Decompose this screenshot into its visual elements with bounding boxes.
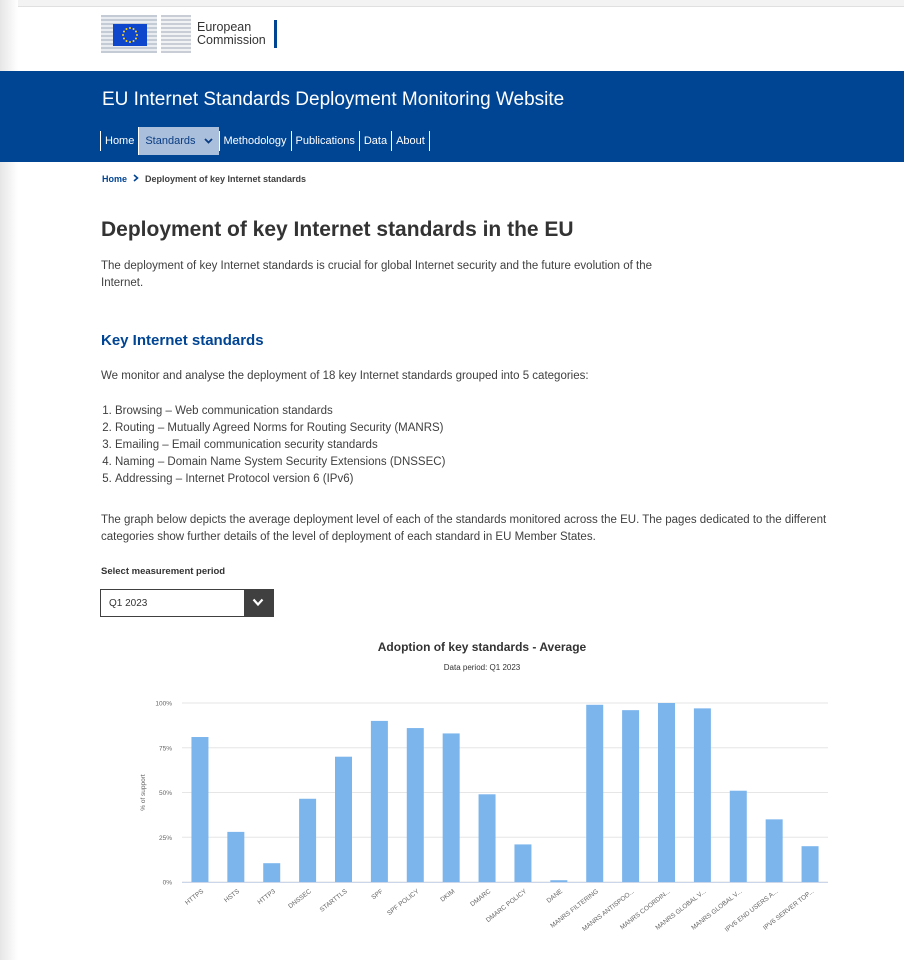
breadcrumb-current: Deployment of key Internet standards bbox=[145, 174, 307, 184]
adoption-bar-chart: 0% 25% 50% 75% 100% % of support HTTPS HSTS HTTP… bbox=[140, 701, 828, 934]
list-item: Emailing – Email communication security … bbox=[115, 437, 445, 454]
logo-text: European Commission bbox=[197, 21, 266, 47]
chart-bar bbox=[514, 844, 532, 882]
period-select-label: Select measurement period bbox=[101, 566, 226, 577]
chart-bar bbox=[370, 720, 388, 882]
x-tick-label: HTTPS bbox=[184, 888, 206, 907]
nav-home[interactable]: Home bbox=[100, 131, 138, 151]
x-tick-label: DMARC bbox=[469, 888, 492, 908]
period-select[interactable]: Q1 2023 bbox=[100, 589, 274, 617]
eu-flag-icon bbox=[113, 24, 147, 46]
logo-stripes bbox=[161, 15, 191, 53]
chart-bar bbox=[335, 756, 352, 882]
chart-bar bbox=[729, 790, 747, 882]
chart-bar bbox=[586, 704, 604, 882]
chart-bar bbox=[442, 733, 460, 882]
period-select-value: Q1 2023 bbox=[109, 598, 148, 609]
x-tick-label: HTTP3 bbox=[256, 888, 277, 906]
y-tick-label: 75% bbox=[159, 745, 172, 752]
y-tick-label: 25% bbox=[159, 835, 172, 842]
list-item: Browsing – Web communication standards bbox=[115, 403, 445, 420]
chart-bar bbox=[801, 846, 819, 882]
site-title[interactable]: EU Internet Standards Deployment Monitor… bbox=[102, 89, 564, 111]
logo-line-commission: Commission bbox=[197, 33, 266, 47]
x-tick-label: DANE bbox=[546, 888, 565, 905]
y-axis-label: % of support bbox=[140, 774, 147, 811]
site-header: EU Internet Standards Deployment Monitor… bbox=[0, 71, 904, 162]
chart-bar bbox=[227, 831, 245, 882]
y-tick-label: 50% bbox=[159, 790, 172, 797]
browser-top-strip bbox=[0, 0, 904, 7]
breadcrumb: Home Deployment of key Internet standard… bbox=[102, 174, 306, 184]
nav-standards[interactable]: Standards bbox=[138, 127, 219, 155]
y-tick-label: 100% bbox=[155, 701, 172, 708]
main-navigation: Home Standards Methodology Publications … bbox=[100, 127, 430, 155]
nav-data[interactable]: Data bbox=[358, 131, 391, 151]
chart-bar bbox=[658, 703, 675, 882]
chart-bar bbox=[406, 728, 424, 882]
graph-description: The graph below depicts the average depl… bbox=[101, 514, 827, 543]
categories-list: Browsing – Web communication standards R… bbox=[95, 403, 445, 488]
chart-title: Adoption of key standards - Average bbox=[377, 640, 587, 654]
chart-bar bbox=[550, 880, 568, 882]
x-tick-label: STARTTLS bbox=[319, 888, 350, 914]
chart-bar bbox=[622, 710, 640, 882]
chart-bar bbox=[299, 798, 317, 882]
ec-building-logo bbox=[101, 15, 157, 53]
list-item: Naming – Domain Name System Security Ext… bbox=[115, 454, 445, 471]
section-title: Key Internet standards bbox=[101, 332, 264, 349]
chevron-down-icon bbox=[203, 136, 213, 147]
chart-bar bbox=[478, 794, 496, 882]
logo-divider bbox=[273, 20, 277, 48]
x-tick-label: SPF bbox=[370, 888, 384, 901]
chart-bar bbox=[263, 863, 281, 882]
y-tick-label: 0% bbox=[163, 880, 173, 887]
page-title: Deployment of key Internet standards in … bbox=[101, 218, 574, 241]
x-tick-label: DNSSEC bbox=[287, 888, 313, 910]
breadcrumb-home[interactable]: Home bbox=[102, 174, 127, 184]
intro-paragraph: The deployment of key Internet standards… bbox=[101, 260, 653, 289]
list-item: Routing – Mutually Agreed Norms for Rout… bbox=[115, 420, 445, 437]
chart-bar bbox=[693, 708, 711, 882]
nav-about[interactable]: About bbox=[391, 131, 430, 151]
x-tick-label: SPF POLICY bbox=[386, 888, 421, 917]
chart-bar bbox=[765, 819, 783, 882]
x-tick-label: HSTS bbox=[223, 888, 241, 905]
nav-standards-label: Standards bbox=[145, 135, 196, 147]
chart-bar bbox=[191, 737, 209, 882]
chevron-right-icon bbox=[133, 174, 139, 184]
nav-methodology[interactable]: Methodology bbox=[218, 131, 291, 151]
monitor-paragraph: We monitor and analyse the deployment of… bbox=[101, 370, 589, 382]
chart-subtitle: Data period: Q1 2023 bbox=[443, 663, 521, 672]
european-commission-logo[interactable]: European Commission bbox=[101, 14, 277, 54]
chevron-down-icon[interactable] bbox=[244, 590, 273, 616]
nav-publications[interactable]: Publications bbox=[290, 131, 359, 151]
list-item: Addressing – Internet Protocol version 6… bbox=[115, 471, 445, 488]
x-tick-label: DKIM bbox=[439, 888, 456, 904]
